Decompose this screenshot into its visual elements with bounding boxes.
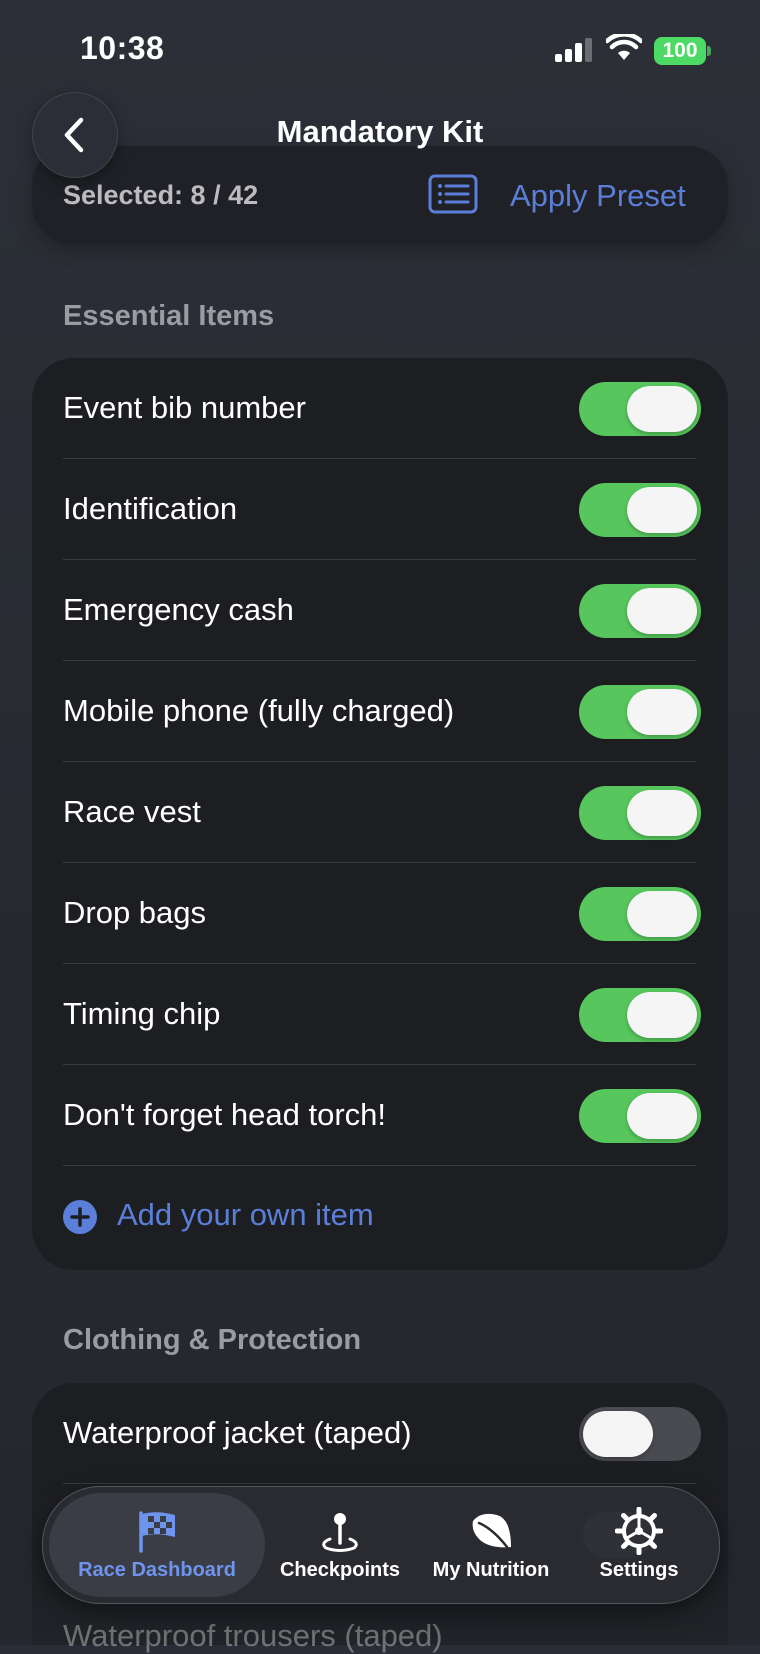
kit-item-toggle[interactable]: [579, 483, 701, 537]
toggle-knob: [627, 588, 697, 634]
kit-item-label: Emergency cash: [63, 592, 294, 627]
kit-item-toggle[interactable]: [579, 988, 701, 1042]
tab-checkpoints[interactable]: Checkpoints: [265, 1493, 415, 1597]
tab-label: Race Dashboard: [78, 1559, 236, 1581]
section-header-essential: Essential Items: [63, 300, 275, 332]
kit-item-label: Drop bags: [63, 895, 207, 930]
checkered-flag-icon: [139, 1511, 175, 1553]
kit-item-row: Mobile phone (fully charged): [32, 661, 728, 762]
kit-item-row: Waterproof jacket (taped): [32, 1383, 728, 1484]
kit-item-toggle[interactable]: [579, 1407, 701, 1461]
kit-item-label: Mobile phone (fully charged): [63, 693, 455, 728]
cellular-signal-icon: [555, 38, 592, 62]
tab-label: Settings: [599, 1559, 679, 1581]
toggle-knob: [627, 992, 697, 1038]
kit-item-label: Waterproof jacket (taped): [63, 1415, 412, 1450]
essential-items-card: Event bib number Identification Emergenc…: [32, 358, 728, 1270]
kit-item-toggle[interactable]: [579, 786, 701, 840]
kit-item-row: Timing chip: [32, 964, 728, 1065]
gear-icon: [615, 1507, 663, 1555]
tab-bar: Race Dashboard Checkpoints My Nutrition: [42, 1486, 720, 1604]
kit-item-toggle[interactable]: [579, 887, 701, 941]
kit-item-label: Don't forget head torch!: [63, 1097, 387, 1132]
status-bar: 10:38 100: [0, 0, 760, 100]
summary-card: Selected: 8 / 42 Apply Preset: [32, 146, 728, 244]
page-title: Mandatory Kit: [276, 114, 484, 149]
kit-item-row: Race vest: [32, 762, 728, 863]
kit-item-toggle[interactable]: [579, 685, 701, 739]
leaf-icon: [472, 1513, 511, 1549]
apply-preset-button[interactable]: Apply Preset: [510, 178, 686, 214]
section-header-clothing: Clothing & Protection: [63, 1324, 362, 1356]
kit-item-label: Race vest: [63, 794, 201, 829]
toggle-knob: [627, 1093, 697, 1139]
screen: 10:38 100 Mandatory Kit Selected: 8 / 42: [0, 0, 760, 1653]
kit-item-row: Emergency cash: [32, 560, 728, 661]
toggle-knob: [627, 386, 697, 432]
kit-item-label: Timing chip: [63, 996, 221, 1031]
toggle-knob: [583, 1411, 653, 1457]
kit-item-label: Event bib number: [63, 390, 306, 425]
add-item-button[interactable]: Add your own item: [32, 1166, 728, 1266]
kit-item-row: Event bib number: [32, 358, 728, 459]
battery-tip: [707, 46, 711, 56]
add-item-label: Add your own item: [117, 1197, 374, 1232]
map-pin-icon: [322, 1513, 358, 1552]
kit-item-toggle[interactable]: [579, 382, 701, 436]
toggle-knob: [627, 790, 697, 836]
battery-level: 100: [662, 39, 698, 62]
toggle-knob: [627, 689, 697, 735]
list-icon[interactable]: [428, 174, 478, 214]
kit-item-label-partial: Waterproof trousers (taped): [63, 1618, 443, 1653]
kit-item-label: Identification: [63, 491, 238, 526]
wifi-icon: [606, 34, 642, 60]
selected-count: Selected: 8 / 42: [63, 180, 259, 210]
toggle-knob: [627, 891, 697, 937]
tab-label: Checkpoints: [279, 1559, 401, 1581]
tab-my-nutrition[interactable]: My Nutrition: [415, 1493, 567, 1597]
tab-label: My Nutrition: [432, 1559, 550, 1581]
kit-item-toggle[interactable]: [579, 584, 701, 638]
toggle-knob: [627, 487, 697, 533]
kit-item-row: Identification: [32, 459, 728, 560]
plus-circle-icon: [63, 1200, 97, 1234]
kit-item-toggle[interactable]: [579, 1089, 701, 1143]
tab-settings[interactable]: Settings: [567, 1493, 711, 1597]
tab-race-dashboard[interactable]: Race Dashboard: [49, 1493, 265, 1597]
kit-item-row: Drop bags: [32, 863, 728, 964]
kit-item-row: Don't forget head torch!: [32, 1065, 728, 1166]
battery-indicator: 100: [654, 37, 706, 65]
status-time: 10:38: [80, 30, 165, 66]
